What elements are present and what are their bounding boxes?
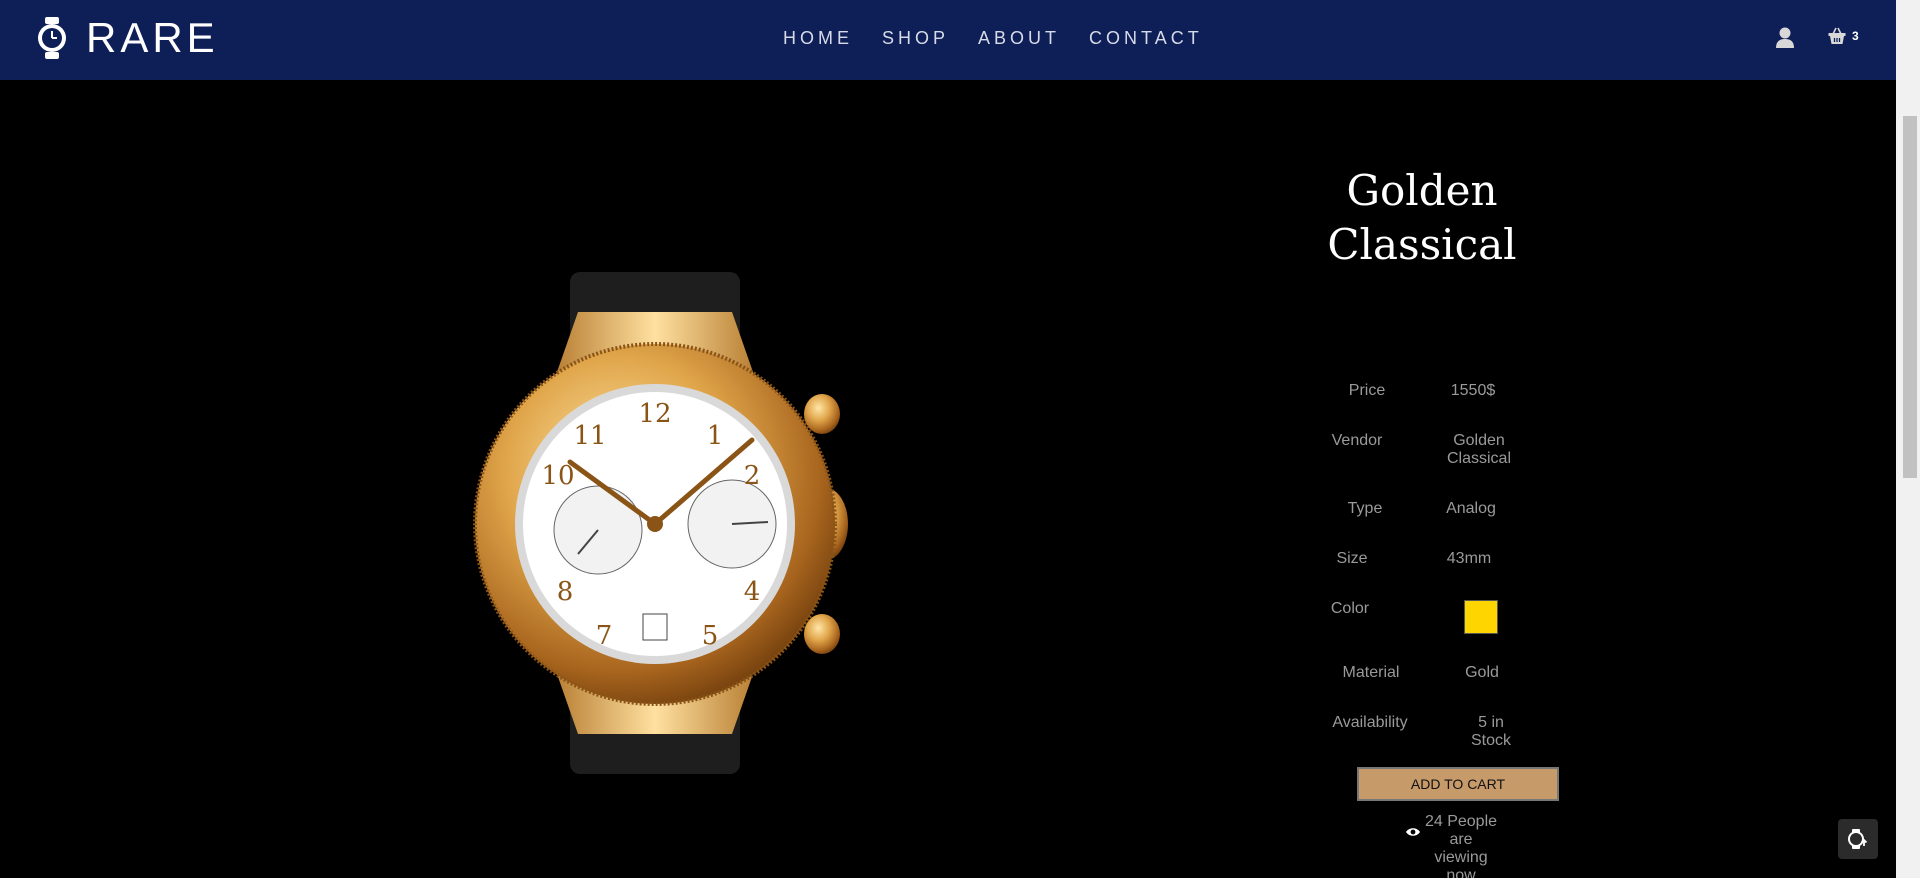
size-label: Size [1336, 550, 1368, 567]
svg-text:2: 2 [744, 461, 761, 491]
price-label: Price [1348, 382, 1386, 399]
type-value: Analog [1446, 500, 1496, 517]
type-label: Type [1347, 500, 1383, 517]
material-label: Material [1342, 664, 1400, 681]
svg-text:5: 5 [702, 621, 719, 651]
nav-home[interactable]: HOME [783, 28, 853, 49]
product-title: Golden Classical [1300, 164, 1544, 272]
scroll-to-top-button[interactable] [1838, 819, 1878, 859]
availability-label: Availability [1332, 714, 1408, 731]
cart-button[interactable]: 3 [1828, 27, 1859, 45]
vendor-value-line1: Golden [1453, 432, 1505, 449]
logo[interactable]: RARE [36, 14, 219, 62]
scrollbar-thumb[interactable] [1903, 116, 1917, 478]
price-value: 1550$ [1450, 382, 1496, 399]
cart-count-badge: 3 [1852, 29, 1859, 43]
main-nav: HOME SHOP ABOUT CONTACT [783, 28, 1232, 49]
availability-line2: Stock [1470, 732, 1511, 749]
product-image: 12 11 1 10 2 8 4 7 5 [473, 272, 848, 774]
watch-up-icon [1848, 829, 1868, 849]
product-title-line1: Golden [1346, 166, 1498, 215]
svg-text:12: 12 [638, 399, 671, 429]
vendor-value-line2: Classical [1446, 450, 1511, 467]
top-navbar: RARE HOME SHOP ABOUT CONTACT 3 [0, 0, 1896, 80]
basket-icon [1828, 27, 1846, 44]
availability-value: 5 in Stock [1441, 714, 1541, 750]
add-to-cart-button[interactable]: ADD TO CART [1357, 767, 1559, 801]
viewing-line3: viewing [1434, 849, 1488, 866]
brand-name: RARE [86, 14, 219, 61]
material-value: Gold [1465, 664, 1499, 681]
viewing-line1: 24 People [1424, 813, 1498, 830]
size-value: 43mm [1446, 550, 1492, 567]
vendor-label: Vendor [1331, 432, 1383, 449]
availability-line1: 5 in [1478, 714, 1504, 731]
viewing-line2: are [1449, 831, 1473, 848]
watch-icon [38, 17, 66, 59]
svg-text:7: 7 [596, 621, 613, 651]
svg-text:11: 11 [573, 421, 606, 451]
svg-text:10: 10 [541, 461, 574, 491]
nav-about[interactable]: ABOUT [978, 28, 1060, 49]
color-label: Color [1330, 600, 1370, 617]
color-swatch-gold[interactable] [1464, 600, 1498, 634]
vendor-value: Golden Classical [1429, 432, 1529, 468]
svg-text:8: 8 [557, 577, 574, 607]
nav-shop[interactable]: SHOP [882, 28, 949, 49]
viewing-line4: now [1446, 867, 1476, 878]
product-title-line2: Classical [1327, 220, 1517, 269]
nav-contact[interactable]: CONTACT [1089, 28, 1203, 49]
svg-text:1: 1 [707, 421, 724, 451]
page: RARE HOME SHOP ABOUT CONTACT 3 12 11 1 1… [0, 0, 1920, 878]
user-icon[interactable] [1775, 27, 1795, 49]
viewing-now-text: 24 People are viewing now [1418, 813, 1504, 878]
svg-text:4: 4 [744, 577, 761, 607]
